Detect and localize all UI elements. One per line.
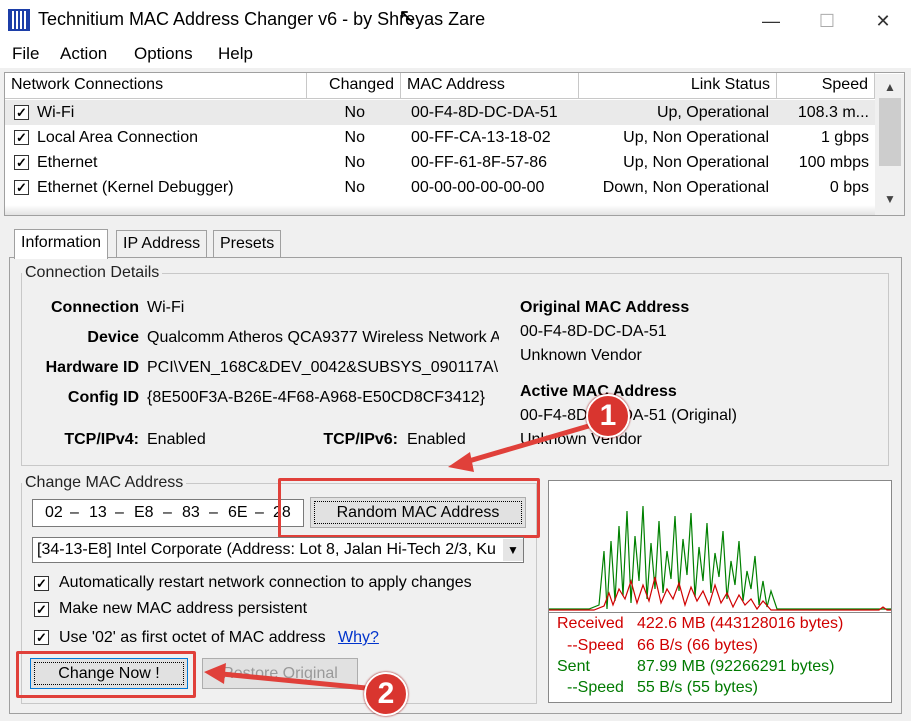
step-badge-2: 2 — [364, 672, 408, 716]
tab-information[interactable]: Information — [14, 229, 109, 259]
annotation-arrows — [204, 422, 593, 691]
mouse-cursor-icon: ↖ — [398, 4, 417, 29]
step-badge-1: 1 — [586, 394, 630, 438]
